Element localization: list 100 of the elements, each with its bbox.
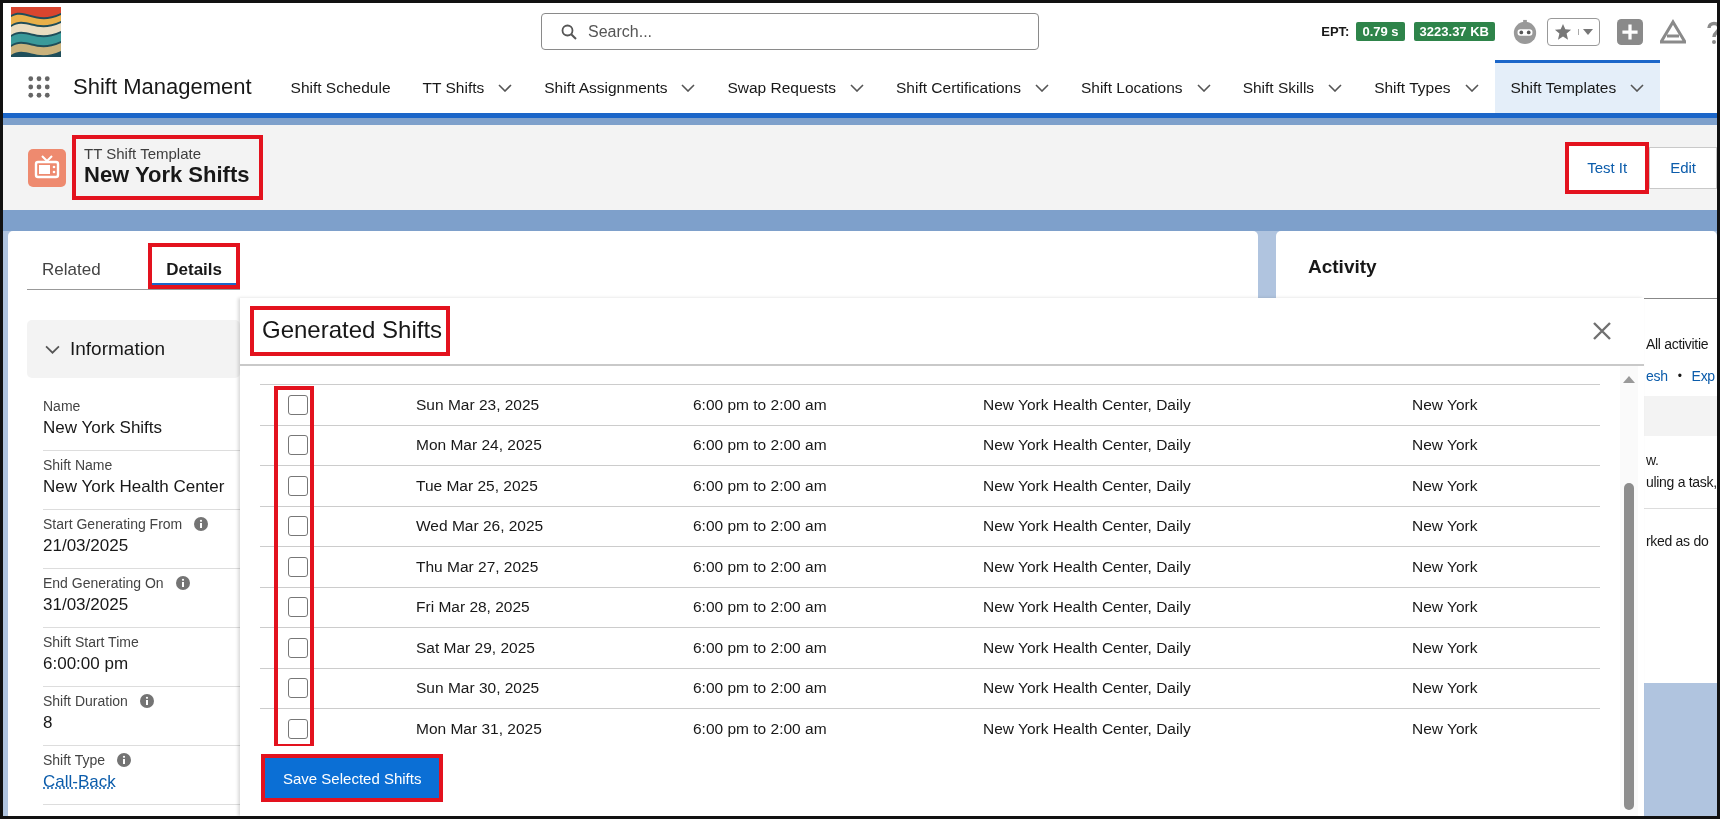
city-cell-text: New York	[1412, 557, 1479, 576]
time-cell-text: 6:00 pm to 2:00 am	[693, 638, 828, 657]
search-field[interactable]: Search...	[541, 13, 1039, 50]
section-header[interactable]: Information	[27, 320, 240, 378]
chevron-down-icon[interactable]	[1630, 84, 1645, 92]
favorites-button[interactable]	[1547, 17, 1600, 46]
chevron-down-icon[interactable]	[681, 84, 696, 92]
chevron-down-icon[interactable]	[1196, 84, 1211, 92]
scroll-up-icon[interactable]	[1623, 376, 1635, 383]
date-cell-text: Thu Mar 27, 2025	[416, 557, 540, 576]
action-button[interactable]: Test It	[1565, 141, 1650, 194]
object-type: TT Shift Template	[84, 145, 202, 162]
row-checkbox[interactable]	[288, 475, 308, 496]
city-cell-text: New York	[1412, 476, 1479, 495]
city-cell-text: New York	[1412, 638, 1479, 657]
nav-tab[interactable]: Shift Templates	[1494, 60, 1661, 113]
nav-tab[interactable]: Swap Requests	[711, 60, 880, 113]
location-cell-text: New York Health Center, Daily	[983, 517, 1192, 536]
info-icon[interactable]	[139, 694, 154, 708]
field-label: Shift Start Time	[43, 634, 139, 650]
chevron-down-icon[interactable]	[1328, 84, 1343, 92]
field-value: 31/03/2025	[43, 595, 130, 615]
scrollbar[interactable]	[1620, 366, 1638, 816]
field-value: 21/03/2025	[43, 536, 130, 556]
location-cell-text: New York Health Center, Daily	[983, 719, 1192, 738]
row-checkbox[interactable]	[288, 718, 308, 739]
location-cell-text: New York Health Center, Daily	[983, 436, 1192, 455]
time-cell-text: 6:00 pm to 2:00 am	[693, 557, 828, 576]
city-cell-text: New York	[1412, 517, 1479, 536]
chevron-down-icon[interactable]	[1464, 84, 1479, 92]
time-cell-text: 6:00 pm to 2:00 am	[693, 436, 828, 455]
location-cell-text: New York Health Center, Daily	[983, 638, 1192, 657]
date-cell-text: Wed Mar 26, 2025	[416, 517, 545, 536]
tv-icon	[28, 148, 66, 187]
star-icon	[1554, 22, 1572, 41]
separator-dot: •	[1677, 369, 1682, 383]
date-cell-text: Sat Mar 29, 2025	[416, 638, 536, 657]
refresh-link[interactable]: esh	[1646, 368, 1668, 384]
location-cell-text: New York Health Center, Daily	[983, 476, 1192, 495]
time-cell-text: 6:00 pm to 2:00 am	[693, 598, 828, 617]
city-cell-text: New York	[1412, 598, 1479, 617]
info-icon[interactable]	[194, 517, 209, 531]
add-icon[interactable]	[1617, 18, 1643, 45]
logo-icon[interactable]	[11, 6, 61, 57]
record-tab[interactable]: Related	[27, 243, 149, 289]
time-cell-text: 6:00 pm to 2:00 am	[693, 395, 828, 414]
search-icon	[561, 24, 577, 40]
row-checkbox[interactable]	[288, 516, 308, 537]
action-button[interactable]: Edit	[1649, 146, 1717, 189]
record-tab[interactable]: Details	[148, 243, 240, 289]
nav-tab[interactable]: Shift Schedule	[274, 60, 407, 113]
activity-text: rked as do	[1646, 533, 1710, 549]
city-cell-text: New York	[1412, 395, 1479, 414]
activity-title: Activity	[1308, 256, 1377, 277]
activity-filter-text: All activitie	[1646, 336, 1710, 352]
row-checkbox[interactable]	[288, 556, 308, 577]
date-cell-text: Mon Mar 31, 2025	[416, 719, 543, 738]
save-button[interactable]: Save Selected Shifts	[261, 754, 444, 802]
robot-icon[interactable]	[1512, 18, 1538, 45]
caret-icon	[1578, 28, 1593, 35]
chevron-down-icon[interactable]	[1034, 84, 1049, 92]
row-checkbox[interactable]	[288, 637, 308, 658]
row-checkbox[interactable]	[288, 394, 308, 415]
row-checkbox[interactable]	[288, 597, 308, 618]
field-label: Start Generating From	[43, 516, 183, 532]
field-label: End Generating On	[43, 575, 164, 591]
field-label: Shift Duration	[43, 693, 128, 709]
row-checkbox[interactable]	[288, 435, 308, 456]
chevron-down-icon[interactable]	[498, 84, 513, 92]
location-cell-text: New York Health Center, Daily	[983, 557, 1192, 576]
city-cell-text: New York	[1412, 679, 1479, 698]
city-cell-text: New York	[1412, 436, 1479, 455]
field-label: Name	[43, 398, 81, 414]
nav-tab[interactable]: TT Shifts	[406, 60, 529, 113]
time-cell-text: 6:00 pm to 2:00 am	[693, 719, 828, 738]
nav-tab[interactable]: Shift Types	[1358, 60, 1495, 113]
app-launcher-icon[interactable]	[28, 75, 50, 98]
nav-tab[interactable]: Shift Skills	[1226, 60, 1359, 113]
location-cell-text: New York Health Center, Daily	[983, 395, 1192, 414]
expand-link[interactable]: Exp	[1691, 368, 1715, 384]
field-label: Shift Name	[43, 457, 113, 473]
field-value: New York Shifts	[43, 418, 164, 438]
time-cell-text: 6:00 pm to 2:00 am	[693, 517, 828, 536]
nav-tab[interactable]: Shift Locations	[1064, 60, 1227, 113]
info-icon[interactable]	[175, 576, 190, 590]
close-icon[interactable]	[1592, 321, 1612, 341]
info-icon[interactable]	[117, 753, 131, 767]
ept-memory-badge: 3223.37 KB	[1413, 22, 1495, 41]
nav-tab[interactable]: Shift Assignments	[528, 60, 712, 113]
row-checkbox[interactable]	[288, 678, 308, 699]
nav-tab[interactable]: Shift Certifications	[880, 60, 1065, 113]
city-cell-text: New York	[1412, 719, 1479, 738]
field-link[interactable]: Call-Back	[43, 772, 240, 792]
field-value: 8	[43, 713, 54, 733]
time-cell-text: 6:00 pm to 2:00 am	[693, 679, 828, 698]
location-cell-text: New York Health Center, Daily	[983, 679, 1192, 698]
field-label: Shift Type	[43, 752, 105, 768]
date-cell-text: Sun Mar 23, 2025	[416, 395, 541, 414]
chevron-down-icon[interactable]	[850, 84, 864, 92]
ept-time-badge: 0.79 s	[1356, 22, 1405, 41]
